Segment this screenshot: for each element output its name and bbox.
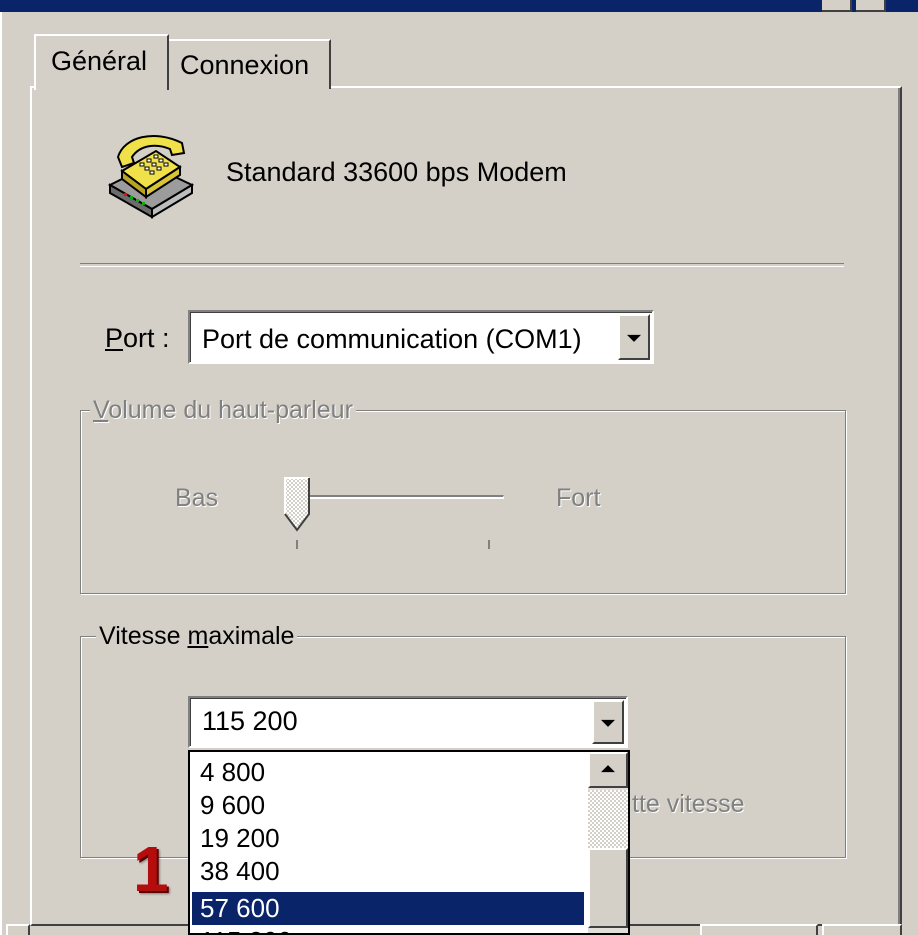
speed-title-text: Vitesse (99, 622, 188, 650)
volume-tick-low (296, 540, 298, 549)
port-select[interactable]: Port de communication (COM1) (188, 310, 654, 364)
speed-option-label: tte vitesse (632, 790, 745, 818)
help-button[interactable] (822, 0, 852, 12)
step-annotation-marker: 1 (133, 833, 169, 905)
list-scrollbar[interactable] (588, 752, 628, 933)
speed-select[interactable]: 115 200 (188, 696, 628, 748)
tab-connexion[interactable]: Connexion (168, 39, 331, 89)
port-label: Port : (105, 323, 170, 354)
scroll-up-button[interactable] (588, 752, 628, 788)
list-item[interactable]: 115 200 (192, 925, 584, 933)
dialog-button-edge (6, 924, 30, 935)
speed-title-mnemonic: m (187, 622, 209, 650)
speed-title-rest: aximale (208, 622, 295, 650)
list-item[interactable]: 9 600 (192, 789, 584, 822)
list-item-selected[interactable]: 57 600 (192, 892, 584, 925)
chevron-down-icon (627, 334, 641, 342)
panel-shadow (898, 88, 900, 924)
speed-select-value: 115 200 (202, 706, 298, 736)
port-label-mnemonic: P (105, 323, 124, 353)
volume-slider-track (300, 495, 504, 499)
volume-tick-high (488, 540, 490, 549)
window-frame (0, 12, 5, 935)
volume-slider-thumb[interactable] (283, 476, 311, 532)
list-item[interactable]: 4 800 (192, 756, 584, 789)
device-name: Standard 33600 bps Modem (226, 157, 567, 187)
chevron-up-icon (601, 765, 615, 773)
tab-connexion-label: Connexion (180, 50, 310, 80)
chevron-down-icon (601, 719, 615, 727)
ok-button[interactable] (700, 924, 818, 935)
close-button[interactable] (856, 0, 886, 12)
speed-dropdown-list[interactable]: 4 800 9 600 19 200 38 400 57 600 115 200 (188, 750, 630, 935)
scrollbar-thumb[interactable] (588, 848, 628, 928)
list-item[interactable]: 38 400 (192, 855, 584, 888)
scrollbar-track[interactable] (588, 790, 628, 848)
volume-high-label: Fort (556, 484, 601, 512)
speed-group-title: Vitesse maximale (96, 622, 298, 651)
cancel-button[interactable] (822, 924, 902, 935)
port-dropdown-button[interactable] (618, 314, 650, 360)
modem-phone-icon (107, 135, 195, 219)
volume-title-mnemonic: V (93, 396, 109, 424)
list-item[interactable]: 19 200 (192, 822, 584, 855)
volume-low-label: Bas (175, 484, 219, 512)
volume-group-title: Volume du haut-parleur (90, 396, 356, 425)
separator (80, 263, 844, 267)
tab-general-label: Général (51, 46, 148, 76)
tab-general[interactable]: Général (34, 34, 169, 90)
port-select-value: Port de communication (COM1) (202, 324, 582, 354)
volume-title-text: olume du haut-parleur (108, 396, 353, 424)
title-bar (0, 0, 918, 12)
speed-dropdown-button[interactable] (592, 700, 624, 744)
port-label-text: ort : (123, 323, 170, 353)
